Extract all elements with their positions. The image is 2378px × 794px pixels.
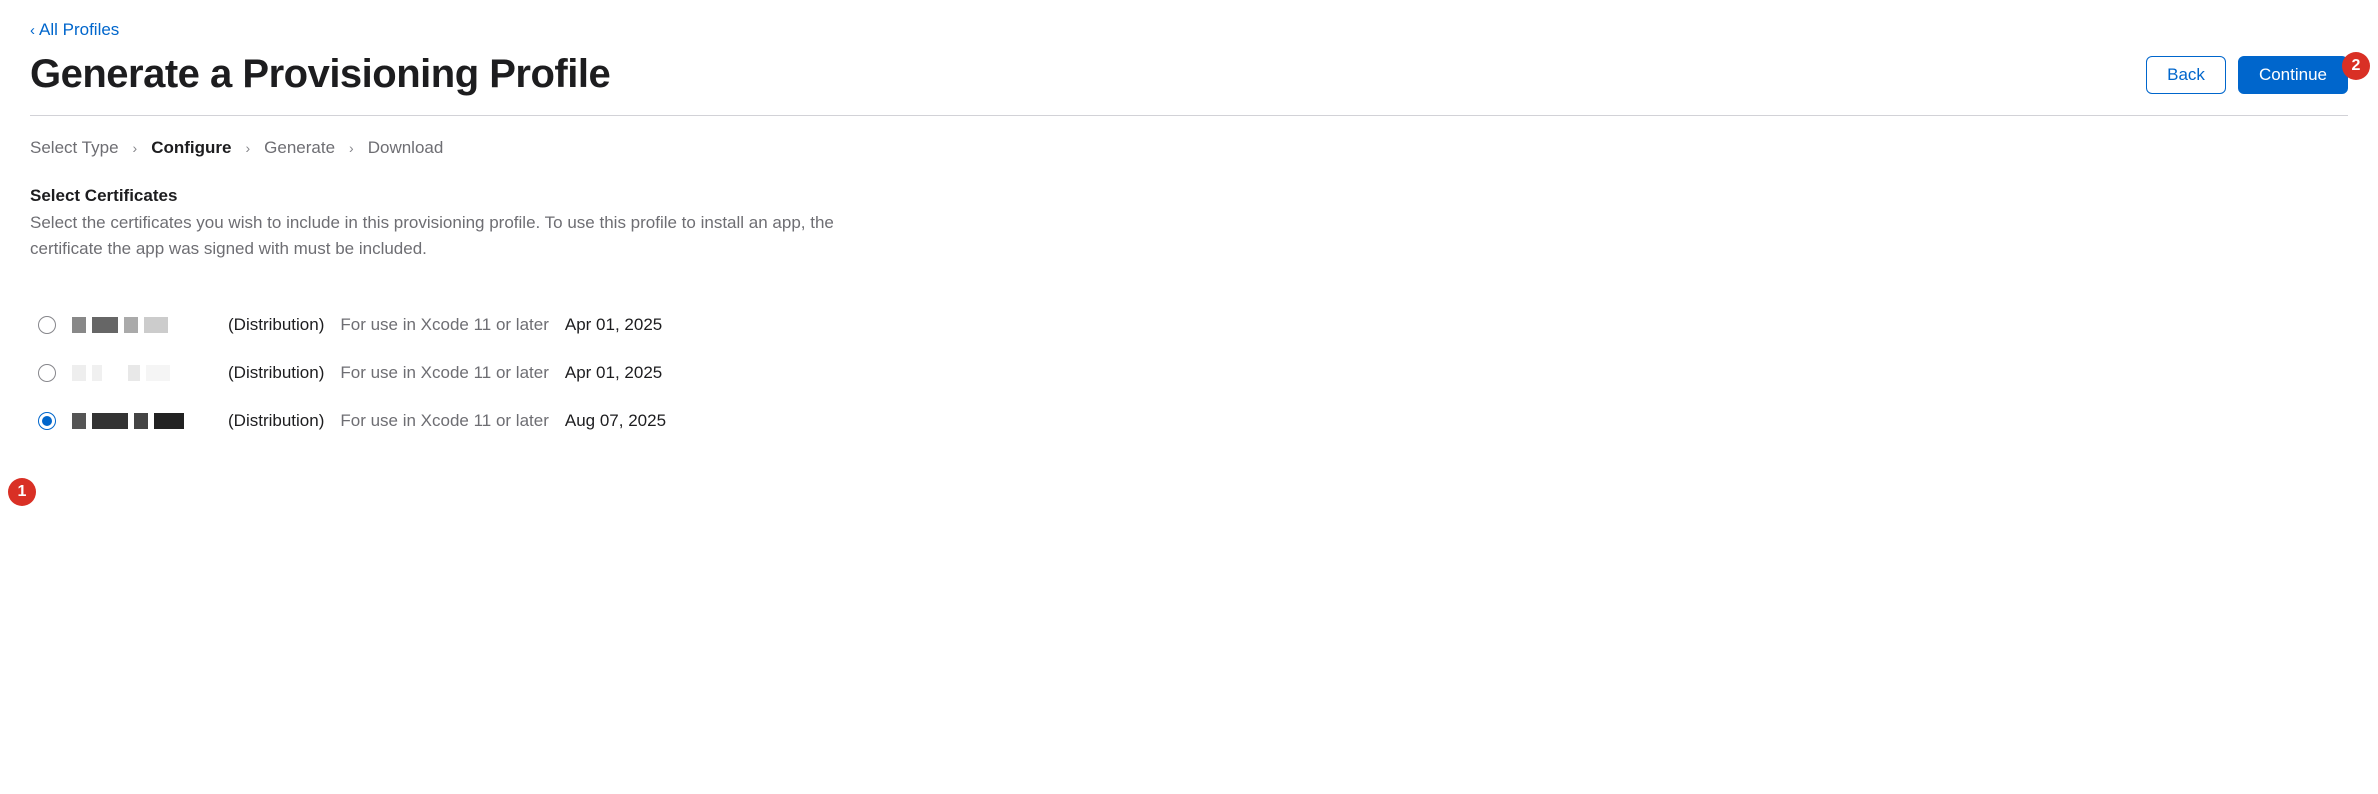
section-description: Select the certificates you wish to incl… [30,210,860,261]
header: Generate a Provisioning Profile Back Con… [30,52,2348,116]
back-button[interactable]: Back [2146,56,2226,94]
chevron-left-icon: ‹ [30,22,35,39]
certificate-radio[interactable] [38,364,56,382]
continue-button[interactable]: Continue [2238,56,2348,94]
certificate-type: (Distribution) [228,363,324,383]
certificate-date: Aug 07, 2025 [565,411,666,431]
certificate-name-redacted [72,365,212,381]
annotation-badge-1: 1 [8,478,36,506]
certificate-note: For use in Xcode 11 or later [340,363,549,383]
breadcrumb-generate: Generate [264,138,335,158]
certificate-date: Apr 01, 2025 [565,363,662,383]
section-title: Select Certificates [30,186,2348,206]
certificate-name-redacted [72,317,212,333]
certificate-name-redacted [72,413,212,429]
chevron-right-icon: › [349,140,354,156]
certificate-note: For use in Xcode 11 or later [340,411,549,431]
breadcrumb-select-type[interactable]: Select Type [30,138,119,158]
section-header: Select Certificates Select the certifica… [30,186,2348,261]
page-title: Generate a Provisioning Profile [30,52,610,97]
certificate-radio[interactable] [38,412,56,430]
certificate-row[interactable]: (Distribution) For use in Xcode 11 or la… [30,349,2348,397]
chevron-right-icon: › [133,140,138,156]
certificate-row[interactable]: (Distribution) For use in Xcode 11 or la… [30,301,2348,349]
all-profiles-link[interactable]: ‹ All Profiles [30,20,119,40]
certificate-radio[interactable] [38,316,56,334]
annotation-badge-2: 2 [2342,52,2370,80]
certificate-row[interactable]: (Distribution) For use in Xcode 11 or la… [30,397,2348,445]
breadcrumb-configure: Configure [151,138,231,158]
back-link-label: All Profiles [39,20,119,40]
breadcrumb-download: Download [368,138,444,158]
button-group: Back Continue [2146,56,2348,94]
certificate-note: For use in Xcode 11 or later [340,315,549,335]
breadcrumb: Select Type › Configure › Generate › Dow… [30,138,2348,158]
certificate-date: Apr 01, 2025 [565,315,662,335]
certificate-list: (Distribution) For use in Xcode 11 or la… [30,301,2348,445]
certificate-type: (Distribution) [228,315,324,335]
chevron-right-icon: › [245,140,250,156]
certificate-type: (Distribution) [228,411,324,431]
